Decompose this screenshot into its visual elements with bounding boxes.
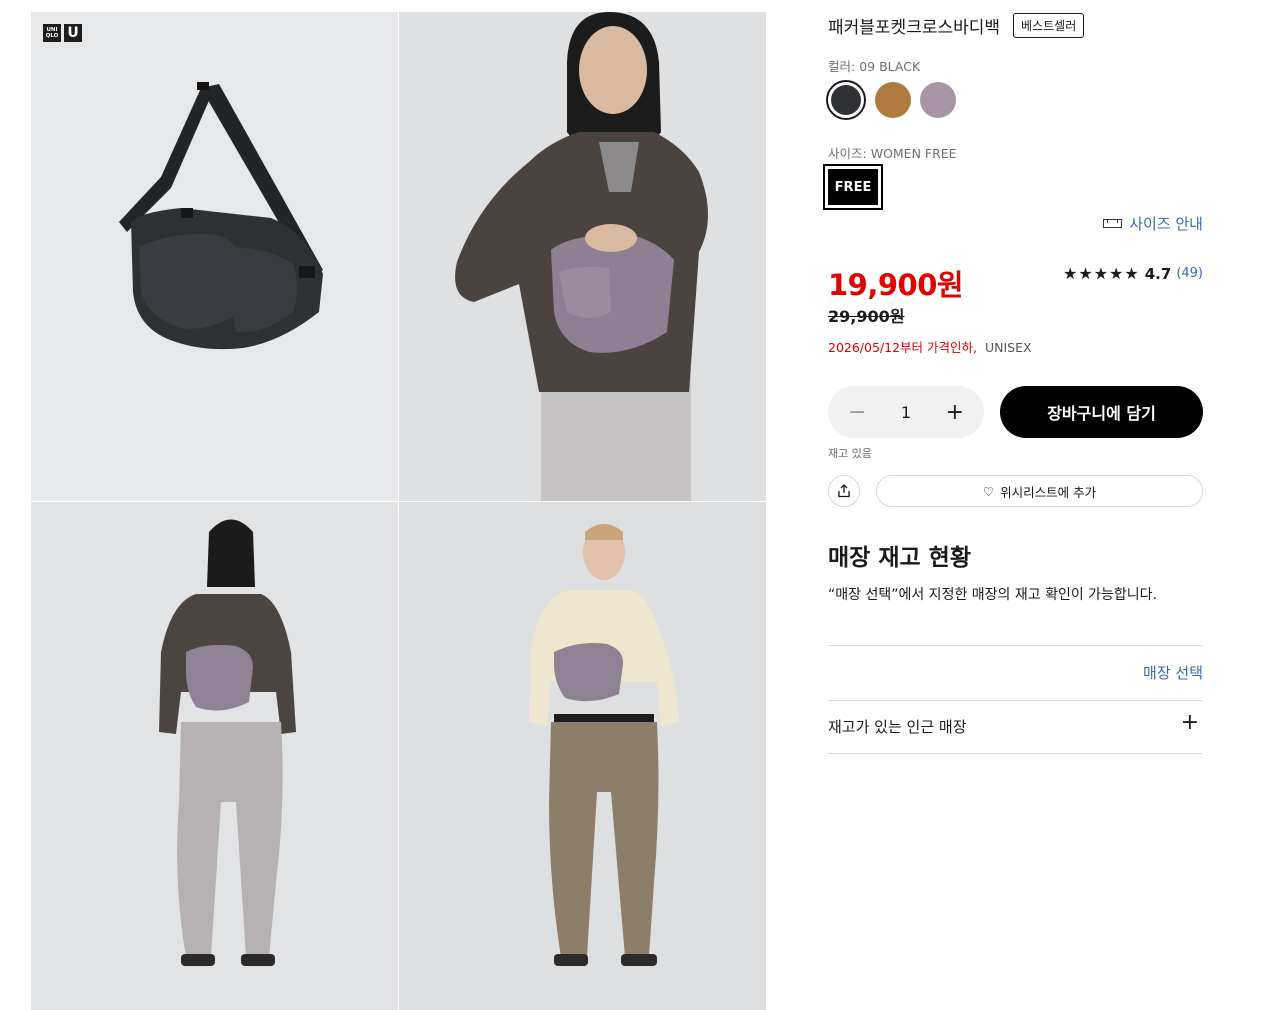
rating-score: 4.7 (1144, 264, 1172, 283)
size-value: WOMEN FREE (870, 146, 957, 161)
original-price: 29,900원 (828, 307, 905, 326)
gender-label: UNISEX (984, 340, 1032, 355)
wishlist-label: 위시리스트에 추가 (1000, 484, 1097, 500)
rating-summary[interactable]: ★★★★★ 4.7 (49) (1063, 264, 1203, 283)
uniqlo-logo: UNI QLO U (43, 24, 82, 42)
model-man-illustration (529, 524, 679, 966)
share-button[interactable] (828, 475, 860, 507)
product-title: 패커블포켓크로스바디백 (828, 18, 1001, 38)
nearby-stores-label[interactable]: 재고가 있는 인근 매장 (828, 716, 967, 737)
uniqlo-logo-mark: UNI QLO (43, 24, 61, 42)
wishlist-button[interactable]: ♡ 위시리스트에 추가 (876, 475, 1203, 507)
color-swatch-purple[interactable] (920, 82, 956, 118)
color-swatches (826, 80, 956, 120)
color-value: 09 BLACK (859, 59, 921, 74)
bestseller-badge: 베스트셀러 (1013, 13, 1085, 38)
rating-stars: ★★★★★ (1063, 264, 1140, 283)
size-guide-label: 사이즈 안내 (1129, 215, 1203, 233)
ruler-icon (1103, 219, 1123, 228)
color-swatch-black[interactable] (826, 80, 866, 120)
product-gallery: UNI QLO U (31, 12, 766, 1010)
product-image-bag[interactable]: UNI QLO U (31, 12, 398, 501)
size-option-free[interactable]: FREE (823, 164, 883, 210)
product-title-row: 패커블포켓크로스바디백 베스트셀러 (828, 13, 1085, 38)
quantity-increase-button[interactable]: + (946, 400, 964, 425)
store-stock-title: 매장 재고 현황 (828, 545, 971, 571)
product-image-model-closeup[interactable] (399, 12, 766, 501)
share-icon (838, 484, 850, 498)
store-select-link[interactable]: 매장 선택 (1143, 662, 1203, 683)
sale-price: 19,900원 (828, 268, 964, 302)
review-count-link[interactable]: (49) (1176, 266, 1203, 281)
uniqlo-u-logo: U (64, 24, 82, 42)
size-guide-link[interactable]: 사이즈 안내 (1103, 213, 1203, 234)
plus-icon[interactable]: + (1181, 710, 1199, 735)
add-to-cart-button[interactable]: 장바구니에 담기 (1000, 386, 1203, 438)
quantity-decrease-button[interactable]: − (848, 400, 866, 425)
store-stock-description: “매장 선택”에서 지정한 매장의 재고 확인이 가능합니다. (828, 587, 1158, 603)
bag-illustration (119, 82, 323, 350)
divider (828, 700, 1203, 701)
price-drop-notice: 2026/05/12부터 가격인하, (828, 340, 977, 355)
product-image-model-man[interactable] (399, 502, 766, 1010)
quantity-value[interactable]: 1 (901, 403, 911, 422)
quantity-stepper: − 1 + (828, 386, 984, 438)
color-label: 컬러: 09 BLACK (828, 59, 921, 74)
model-woman-illustration (159, 519, 296, 966)
stock-status: 재고 있음 (828, 447, 872, 460)
product-image-model-woman[interactable] (31, 502, 398, 1010)
color-swatch-brown[interactable] (875, 82, 911, 118)
divider (828, 645, 1203, 646)
divider (828, 753, 1203, 754)
price-promo: 2026/05/12부터 가격인하, UNISEX (828, 337, 1032, 356)
heart-icon: ♡ (982, 483, 995, 499)
size-label: 사이즈: WOMEN FREE (828, 146, 957, 161)
model-closeup-illustration (455, 12, 708, 501)
